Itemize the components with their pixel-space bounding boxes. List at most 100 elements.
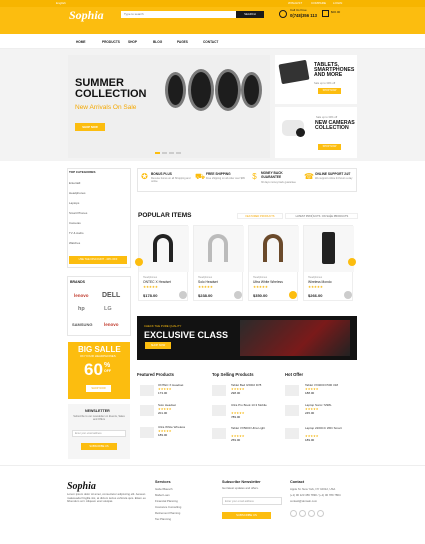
footer-link[interactable]: Insurance Consulting	[155, 505, 181, 510]
footer-link[interactable]: Tax Planning	[155, 517, 171, 522]
prev-arrow-icon[interactable]	[135, 258, 143, 266]
camera-lens	[296, 128, 305, 137]
tablet-banner-sub: Sale up to 30% off	[314, 82, 336, 85]
rating-stars: ★★★★★	[143, 284, 158, 289]
category-item[interactable]: TV & Audio	[69, 231, 83, 236]
slider-dot[interactable]	[162, 152, 167, 154]
product-thumb[interactable]	[140, 427, 154, 438]
product-thumb[interactable]	[140, 385, 154, 396]
camera-banner-title: NEW CAMERAS COLLECTION	[315, 120, 355, 132]
list-product-name[interactable]: Ultra Pro Book 13.3 Mobile	[231, 403, 279, 408]
list-product-name[interactable]: Laptop 2200CC WiFi Smart	[305, 426, 355, 431]
product-thumb[interactable]	[212, 385, 226, 396]
search-box	[121, 10, 236, 18]
cart-icon[interactable]	[322, 10, 329, 17]
product-card[interactable]: Headphones Ultra White Wireless ★★★★★ $3…	[248, 225, 299, 301]
footer-link[interactable]: Gabel Bausch	[155, 487, 173, 492]
tab-featured[interactable]: FEATURED PRODUCTS	[237, 213, 283, 219]
money-icon: $	[252, 172, 257, 181]
add-to-cart-icon[interactable]	[289, 291, 297, 299]
product-thumb[interactable]	[212, 428, 226, 439]
feature-sub: We support online 24 hours a day	[315, 177, 353, 180]
slider-dot[interactable]	[155, 152, 160, 154]
tab-onsale[interactable]: ON SALE PRODUCTS	[312, 213, 358, 219]
nav-contact[interactable]: CONTACT	[203, 40, 218, 44]
linkedin-icon[interactable]	[317, 510, 324, 517]
add-to-cart-icon[interactable]	[344, 291, 352, 299]
twitter-icon[interactable]	[299, 510, 306, 517]
google-icon[interactable]	[308, 510, 315, 517]
product-card[interactable]: Headphones Wireless Mondo ★★★★★ $266.00	[303, 225, 354, 301]
add-to-cart-icon[interactable]	[179, 291, 187, 299]
call-number: 0(748)356 113	[290, 13, 318, 18]
newsletter-title: NEWSLETTER	[85, 409, 110, 413]
language-select[interactable]: English	[56, 1, 66, 6]
product-price: $178.00	[143, 293, 158, 298]
brand-logo[interactable]: LG	[104, 306, 112, 313]
product-thumb[interactable]	[285, 405, 299, 416]
category-item[interactable]: Entertaill	[69, 181, 80, 186]
newsletter-subscribe-button[interactable]: SUBSCRIBE US	[81, 443, 117, 450]
list-product-price: 259.00	[231, 438, 241, 442]
feature-sub: 30 days money back guarantee	[261, 181, 296, 184]
category-item[interactable]: Watches	[69, 241, 80, 246]
list-title: Hot Offer	[285, 372, 304, 377]
footer-news-sub: Get latest updates and offers.	[222, 486, 259, 490]
camera-shop-button[interactable]: SHOP NOW	[318, 144, 341, 150]
cart-total[interactable]: $00.00	[331, 10, 340, 15]
newsletter-email-input[interactable]: Enter your email address	[72, 430, 126, 437]
headphone-image	[153, 234, 173, 262]
list-product-price: 298.00	[231, 391, 241, 395]
slider-dot[interactable]	[169, 152, 174, 154]
product-image	[304, 226, 354, 272]
category-item[interactable]: Laptops	[69, 201, 79, 206]
category-item[interactable]: Cameras	[69, 221, 81, 226]
footer-link[interactable]: Mabel Loan	[155, 493, 170, 498]
search-button[interactable]: SEARCH	[236, 10, 264, 18]
add-to-cart-icon[interactable]	[234, 291, 242, 299]
footer-email[interactable]: contact@domain.com	[290, 499, 317, 504]
footer	[0, 465, 425, 544]
site-logo[interactable]: Sophia	[69, 8, 104, 24]
product-card[interactable]: Headphones Solo Headset ★★★★★ $238.00	[193, 225, 244, 301]
login-link[interactable]: LOGIN	[333, 1, 342, 6]
footer-link[interactable]: Financial Planning	[155, 499, 178, 504]
tablet-shop-button[interactable]: SHOP NOW	[318, 88, 341, 94]
product-thumb[interactable]	[212, 405, 226, 416]
list-product-price: 245.00	[305, 411, 315, 415]
nav-shop[interactable]: SHOP	[128, 40, 137, 44]
product-thumb[interactable]	[285, 428, 299, 439]
rating-stars: ★★★★★	[308, 284, 323, 289]
product-thumb[interactable]	[140, 405, 154, 416]
brand-logo[interactable]: lenovo	[104, 322, 119, 328]
nav-home[interactable]: HOME	[76, 40, 86, 44]
brand-logo[interactable]: DELL	[102, 291, 120, 300]
footer-subscribe-button[interactable]: SUBSCRIBE US	[222, 512, 271, 519]
list-product-price: 189.00	[158, 433, 168, 437]
slider-dot[interactable]	[176, 152, 181, 154]
list-product-name[interactable]: Tablet VX5000 Ultra Light	[231, 426, 277, 431]
brand-logo[interactable]: SAMSUNG	[72, 322, 92, 327]
wishlist-link[interactable]: WISHLIST	[288, 1, 302, 6]
footer-link[interactable]: Retirement Planning	[155, 511, 180, 516]
footer-email-input[interactable]: Enter your email address	[222, 497, 282, 505]
search-input[interactable]	[121, 10, 236, 18]
product-card[interactable]: Headphones ONTEC X Headset ★★★★★ $178.00	[138, 225, 189, 301]
brand-logo[interactable]: lenovo	[74, 293, 89, 299]
brand-logo[interactable]: hp	[78, 306, 85, 313]
next-arrow-icon[interactable]	[348, 258, 356, 266]
compare-link[interactable]: COMPARE	[311, 1, 326, 6]
nav-pages[interactable]: PAGES	[177, 40, 188, 44]
nav-products[interactable]: PRODUCTS	[102, 40, 120, 44]
discount-button[interactable]: USE THE DISCOUNT - 40% OFF	[69, 256, 127, 264]
exclusive-shop-button[interactable]: SHOP NOW	[145, 342, 171, 349]
facebook-icon[interactable]	[290, 510, 297, 517]
sale-shop-button[interactable]: SHOP NOW	[86, 385, 111, 392]
list-product-price: 201.00	[158, 411, 168, 415]
product-image	[249, 226, 299, 272]
nav-blog[interactable]: BLOG	[153, 40, 162, 44]
banner-shop-button[interactable]: SHOP NOW	[75, 123, 105, 131]
category-item[interactable]: Headphones	[69, 191, 85, 196]
product-thumb[interactable]	[285, 385, 299, 396]
category-item[interactable]: Smart Phones	[69, 211, 87, 216]
